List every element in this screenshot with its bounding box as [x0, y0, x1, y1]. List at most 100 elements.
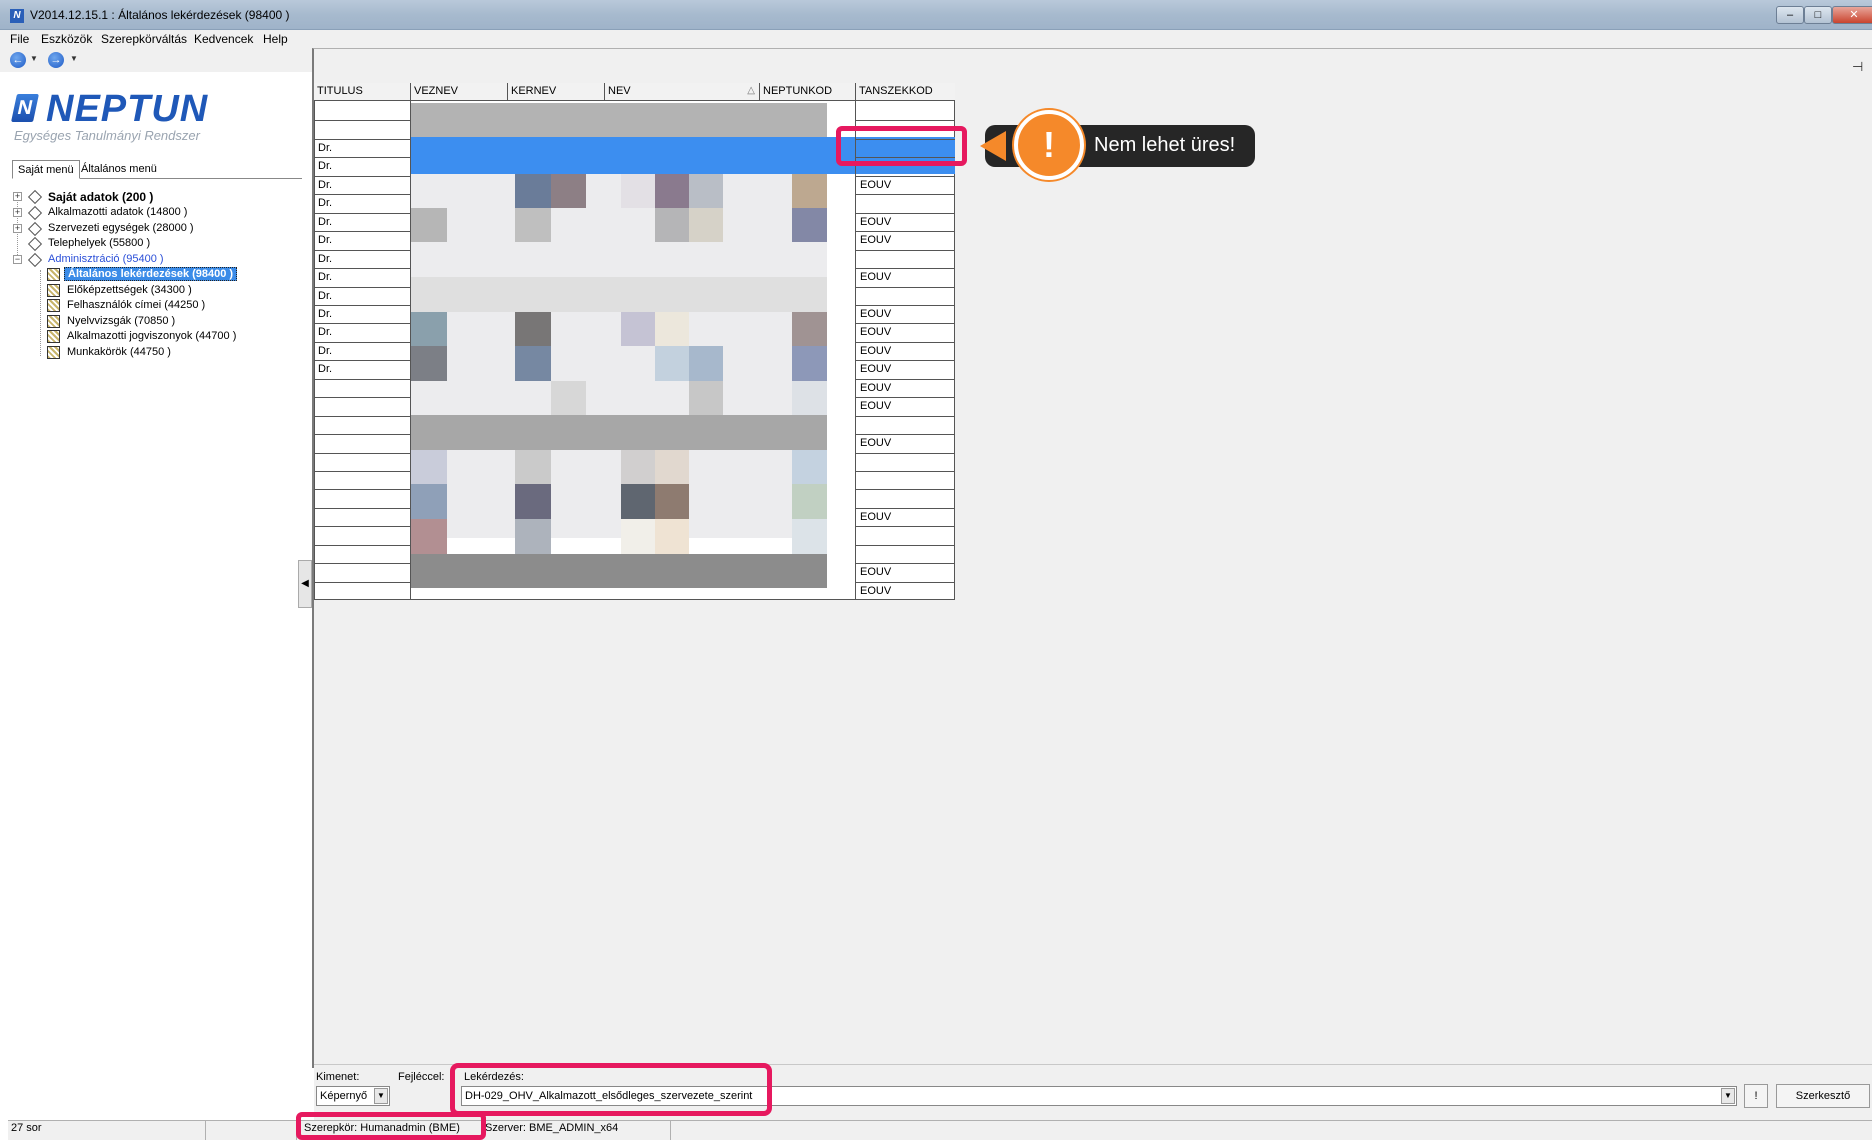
tree-label: Általános lekérdezések (98400 ) [64, 267, 238, 281]
redacted-block [411, 346, 447, 381]
cell-tanszekkod[interactable]: EOUV [860, 308, 891, 320]
tree-item-felhasznalok-cimei[interactable]: Felhasználók címei (44250 ) [0, 298, 300, 313]
redacted-block [411, 554, 827, 588]
cell-tanszekkod[interactable]: EOUV [860, 585, 891, 597]
cell-titulus[interactable]: Dr. [318, 179, 332, 191]
grid-row-line [314, 305, 410, 306]
cell-tanszekkod[interactable]: EOUV [860, 363, 891, 375]
run-query-button[interactable]: ! [1744, 1084, 1768, 1108]
tree-item-nyelvvizsgak[interactable]: Nyelvvizsgák (70850 ) [0, 314, 300, 329]
cell-tanszekkod[interactable]: EOUV [860, 382, 891, 394]
cell-titulus[interactable]: Dr. [318, 345, 332, 357]
tree-item-sajat-adatok[interactable]: + Saját adatok (200 ) [0, 189, 300, 205]
col-header-neptunkod[interactable]: NEPTUNKOD [760, 83, 856, 101]
sort-ascending-icon: △ [747, 85, 755, 96]
grid-row-line [856, 379, 955, 380]
expand-icon[interactable]: + [13, 208, 22, 217]
cell-tanszekkod[interactable]: EOUV [860, 216, 891, 228]
col-header-veznev[interactable]: VEZNEV [411, 83, 508, 101]
cell-titulus[interactable]: Dr. [318, 197, 332, 209]
redacted-block [621, 484, 655, 519]
report-icon [47, 346, 60, 359]
menu-help[interactable]: Help [263, 32, 288, 46]
redacted-block [621, 174, 655, 208]
editor-button[interactable]: Szerkesztő [1776, 1084, 1870, 1108]
cell-titulus[interactable]: Dr. [318, 271, 332, 283]
cell-titulus[interactable]: Dr. [318, 216, 332, 228]
cell-titulus[interactable]: Dr. [318, 160, 332, 172]
cell-titulus[interactable]: Dr. [318, 142, 332, 154]
redacted-block [621, 312, 655, 346]
cell-titulus[interactable]: Dr. [318, 253, 332, 265]
redacted-block [621, 519, 655, 554]
redacted-block [792, 450, 827, 484]
forward-arrow-icon[interactable]: → [48, 52, 64, 68]
grid-row-line [856, 250, 955, 251]
tree-label: Alkalmazotti jogviszonyok (44700 ) [67, 330, 237, 342]
window-title: V2014.12.15.1 : Általános lekérdezések (… [30, 8, 290, 22]
tree-label: Adminisztráció (95400 ) [48, 253, 164, 265]
pin-icon[interactable]: ⊣ [1852, 59, 1863, 75]
grid-row-line [856, 120, 955, 121]
cell-tanszekkod[interactable]: EOUV [860, 234, 891, 246]
expand-icon[interactable]: + [13, 192, 22, 201]
chevron-down-icon[interactable]: ▼ [1721, 1088, 1735, 1104]
restore-button[interactable]: □ [1804, 6, 1832, 24]
tree-item-munkakorok[interactable]: Munkakörök (44750 ) [0, 345, 300, 360]
grid-row-line [314, 231, 410, 232]
cell-titulus[interactable]: Dr. [318, 308, 332, 320]
back-dropdown-icon[interactable]: ▼ [30, 54, 38, 63]
tree-item-elokepzettsegek[interactable]: Előképzettségek (34300 ) [0, 283, 300, 298]
grid-row-line [856, 508, 955, 509]
collapse-panel-button[interactable]: ◀ [298, 560, 312, 608]
row-count: 27 sor [11, 1122, 42, 1134]
col-header-tanszekkod[interactable]: TANSZEKKOD [856, 83, 955, 101]
tree-label: Alkalmazotti adatok (14800 ) [48, 206, 188, 218]
report-icon [47, 299, 60, 312]
cell-tanszekkod[interactable]: EOUV [860, 345, 891, 357]
tree-item-szervezeti-egysegek[interactable]: + Szervezeti egységek (28000 ) [0, 221, 300, 237]
expand-icon[interactable]: + [13, 224, 22, 233]
tree-item-altalanos-lekerdezesek[interactable]: Általános lekérdezések (98400 ) [0, 267, 300, 282]
col-header-nev[interactable]: NEV △ [605, 83, 760, 101]
grid-row-line [314, 360, 410, 361]
grid-row-line [314, 397, 410, 398]
menu-eszkozok[interactable]: Eszközök [41, 32, 92, 46]
cell-titulus[interactable]: Dr. [318, 234, 332, 246]
menu-kedvencek[interactable]: Kedvencek [194, 32, 253, 46]
neptun-logo-subtitle: Egységes Tanulmányi Rendszer [14, 128, 200, 143]
cell-tanszekkod[interactable]: EOUV [860, 179, 891, 191]
report-icon [47, 284, 60, 297]
tree-item-adminisztracio[interactable]: − Adminisztráció (95400 ) [0, 252, 300, 268]
tab-sajat-menu[interactable]: Saját menü [12, 160, 80, 179]
cell-tanszekkod[interactable]: EOUV [860, 511, 891, 523]
forward-dropdown-icon[interactable]: ▼ [70, 54, 78, 63]
back-arrow-icon[interactable]: ← [10, 52, 26, 68]
kimenet-select[interactable]: Képernyő ▼ [316, 1086, 390, 1106]
col-header-titulus[interactable]: TITULUS [314, 83, 411, 101]
tree-item-alkalmazotti-jogviszonyok[interactable]: Alkalmazotti jogviszonyok (44700 ) [0, 329, 300, 344]
grid-row-line [314, 545, 410, 546]
tree-item-alkalmazotti-adatok[interactable]: + Alkalmazotti adatok (14800 ) [0, 205, 300, 221]
cell-tanszekkod[interactable]: EOUV [860, 271, 891, 283]
minimize-button[interactable]: – [1776, 6, 1804, 24]
grid-row-line [314, 139, 410, 140]
close-button[interactable]: ✕ [1832, 6, 1872, 24]
cell-tanszekkod[interactable]: EOUV [860, 437, 891, 449]
col-header-kernev[interactable]: KERNEV [508, 83, 605, 101]
cell-tanszekkod[interactable]: EOUV [860, 326, 891, 338]
collapse-icon[interactable]: − [13, 255, 22, 264]
tab-altalanos-menu[interactable]: Általános menü [76, 160, 162, 179]
cell-titulus[interactable]: Dr. [318, 290, 332, 302]
menu-file[interactable]: File [10, 32, 29, 46]
cell-tanszekkod[interactable]: EOUV [860, 400, 891, 412]
cell-tanszekkod[interactable]: EOUV [860, 566, 891, 578]
chevron-down-icon[interactable]: ▼ [374, 1088, 388, 1104]
redacted-block [515, 519, 551, 554]
cell-titulus[interactable]: Dr. [318, 326, 332, 338]
menu-szerepkorvaltas[interactable]: Szerepkörváltás [101, 32, 187, 46]
cell-titulus[interactable]: Dr. [318, 363, 332, 375]
tree-item-telephelyek[interactable]: Telephelyek (55800 ) [0, 236, 300, 252]
fejleccel-label: Fejléccel: [398, 1071, 445, 1083]
redacted-block [515, 312, 551, 346]
